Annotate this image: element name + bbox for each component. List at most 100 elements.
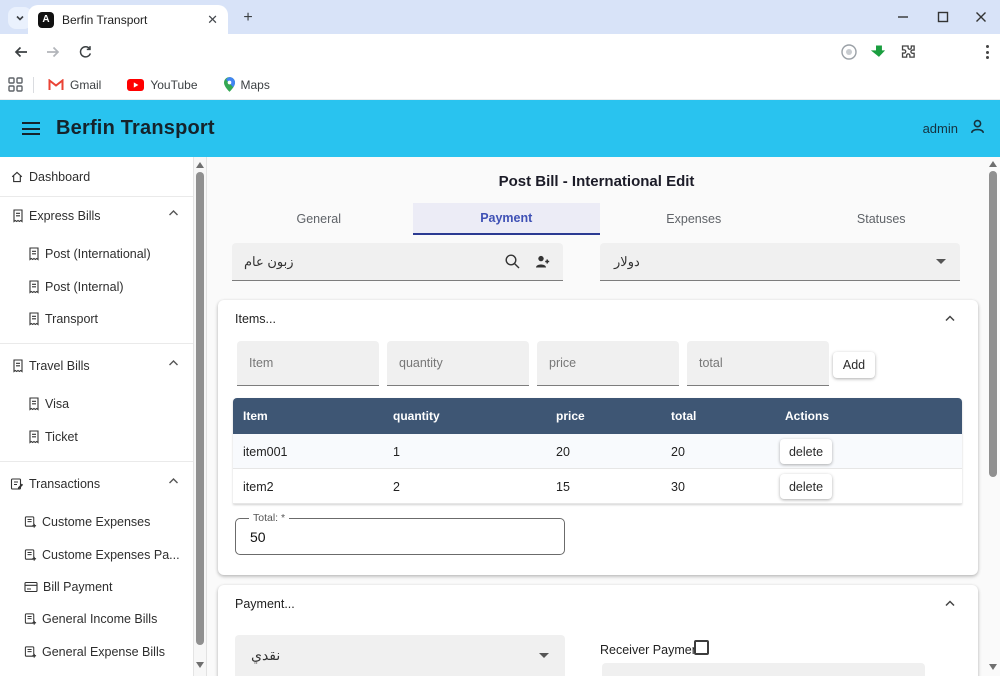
back-button[interactable]: [12, 43, 30, 61]
tab-expenses[interactable]: Expenses: [600, 203, 788, 235]
table-row: item2 2 15 30 delete: [233, 469, 962, 504]
main-scrollbar[interactable]: [986, 157, 1000, 676]
bill-icon: [29, 397, 39, 411]
income-bill-icon: [24, 613, 37, 625]
scroll-up-icon[interactable]: [989, 161, 997, 167]
bookmarks-separator: [33, 76, 34, 93]
bookmark-youtube[interactable]: YouTube: [127, 78, 198, 92]
sidebar-item-general-income-bills[interactable]: General Income Bills: [24, 609, 157, 629]
sidebar-item-transport[interactable]: Transport: [28, 309, 98, 329]
expense-icon: [24, 516, 37, 528]
tab-strip: A Berfin Transport ✕ +: [0, 0, 1000, 34]
dropdown-caret-icon: [539, 653, 549, 658]
chevron-up-icon[interactable]: [168, 209, 179, 217]
delete-item-button[interactable]: delete: [780, 474, 832, 499]
sidebar-scrollbar[interactable]: [193, 157, 206, 676]
collapse-chevron-icon[interactable]: [944, 314, 956, 323]
item-price-input[interactable]: [537, 341, 679, 386]
tab-close-icon[interactable]: ✕: [205, 12, 220, 28]
bookmark-maps[interactable]: Maps: [223, 77, 270, 92]
sidebar-scroll-thumb[interactable]: [196, 172, 204, 645]
window-maximize-button[interactable]: [934, 9, 952, 25]
expense-bill-icon: [24, 646, 37, 658]
table-row: item001 1 20 20 delete: [233, 434, 962, 469]
refresh-button[interactable]: [76, 43, 94, 61]
payment-panel: Payment... نقدي Receiver Payment :: [218, 585, 978, 676]
payment-card-icon: [24, 581, 38, 593]
window-minimize-button[interactable]: [894, 9, 912, 25]
total-input[interactable]: [236, 519, 564, 554]
extension-badge-icon[interactable]: [840, 43, 858, 61]
item-name-input[interactable]: [237, 341, 379, 386]
total-field-label: Total: *: [249, 512, 290, 524]
receiver-payment-field[interactable]: [602, 663, 925, 676]
receiver-payment-label: Receiver Payment :: [600, 643, 710, 657]
extensions-puzzle-icon[interactable]: [899, 43, 917, 61]
add-item-button[interactable]: Add: [833, 352, 875, 378]
bill-icon: [13, 359, 23, 373]
add-person-icon[interactable]: [534, 253, 551, 270]
browser-tab[interactable]: A Berfin Transport ✕: [28, 5, 228, 34]
browser-menu-icon[interactable]: [978, 43, 996, 61]
expense-icon: [24, 549, 37, 561]
window-close-button[interactable]: [972, 9, 990, 25]
user-person-icon[interactable]: [969, 118, 986, 135]
chevron-up-icon[interactable]: [168, 359, 179, 367]
scroll-down-icon[interactable]: [989, 664, 997, 670]
scroll-down-icon[interactable]: [196, 662, 204, 668]
new-tab-button[interactable]: +: [238, 8, 258, 28]
bookmark-gmail[interactable]: Gmail: [48, 78, 101, 92]
sidebar-item-post-international[interactable]: Post (International): [28, 244, 151, 264]
sidebar-item-custome-expenses-payment[interactable]: Custome Expenses Pa...: [24, 545, 180, 565]
chevron-down-icon: [16, 15, 24, 21]
sidebar-group-transactions[interactable]: Transactions: [10, 474, 100, 494]
payment-panel-title: Payment...: [235, 597, 295, 611]
home-icon: [11, 171, 23, 183]
tab-payment[interactable]: Payment: [412, 203, 600, 235]
tab-statuses[interactable]: Statuses: [788, 203, 976, 235]
browser-window: A Berfin Transport ✕ + localhost:4200/tr…: [0, 0, 1000, 676]
receiver-payment-checkbox[interactable]: [694, 640, 709, 655]
chevron-up-icon[interactable]: [168, 477, 179, 485]
menu-toggle-icon[interactable]: [22, 119, 40, 139]
youtube-icon: [127, 78, 145, 91]
logged-in-user[interactable]: admin: [923, 121, 958, 136]
bookmarks-bar: Gmail YouTube Maps: [0, 70, 1000, 100]
dropdown-caret-icon: [936, 259, 946, 264]
sidebar-item-visa[interactable]: Visa: [28, 394, 69, 414]
item-quantity-input[interactable]: [387, 341, 529, 386]
main-content: Post Bill - International Edit General P…: [207, 157, 1000, 676]
apps-grid-icon[interactable]: [8, 77, 23, 92]
sidebar-divider: [0, 461, 193, 462]
tab-general[interactable]: General: [225, 203, 413, 235]
collapse-chevron-icon[interactable]: [944, 599, 956, 608]
forward-button[interactable]: [44, 43, 62, 61]
currency-select[interactable]: دولار: [600, 243, 960, 281]
sidebar-item-bill-payment[interactable]: Bill Payment: [24, 577, 112, 597]
transactions-icon: [10, 478, 24, 490]
sidebar-item-post-internal[interactable]: Post (Internal): [28, 277, 124, 297]
page-title: Post Bill - International Edit: [498, 173, 695, 190]
items-panel-title: Items...: [235, 312, 276, 326]
tab-title: Berfin Transport: [62, 12, 148, 27]
maps-pin-icon: [223, 77, 235, 92]
download-icon[interactable]: [869, 43, 887, 61]
gmail-icon: [48, 78, 64, 90]
bill-icon: [29, 312, 39, 326]
total-field: Total: *: [235, 512, 565, 555]
sidebar-divider: [0, 343, 193, 344]
main-scroll-thumb[interactable]: [989, 171, 997, 477]
sidebar-item-custome-expenses[interactable]: Custome Expenses: [24, 512, 150, 532]
scroll-up-icon[interactable]: [196, 162, 204, 168]
sidebar-item-general-expense-bills[interactable]: General Expense Bills: [24, 642, 165, 662]
sidebar-group-express-bills[interactable]: Express Bills: [12, 206, 101, 226]
sidebar-item-ticket[interactable]: Ticket: [28, 427, 78, 447]
search-icon[interactable]: [504, 253, 521, 270]
sidebar-item-dashboard[interactable]: Dashboard: [10, 167, 90, 187]
bill-icon: [13, 209, 23, 223]
payment-method-select[interactable]: نقدي: [235, 635, 565, 676]
sidebar-group-travel-bills[interactable]: Travel Bills: [12, 356, 90, 376]
sidebar: Dashboard Express Bills Post (Internatio…: [0, 157, 207, 676]
delete-item-button[interactable]: delete: [780, 439, 832, 464]
item-total-input[interactable]: [687, 341, 829, 386]
